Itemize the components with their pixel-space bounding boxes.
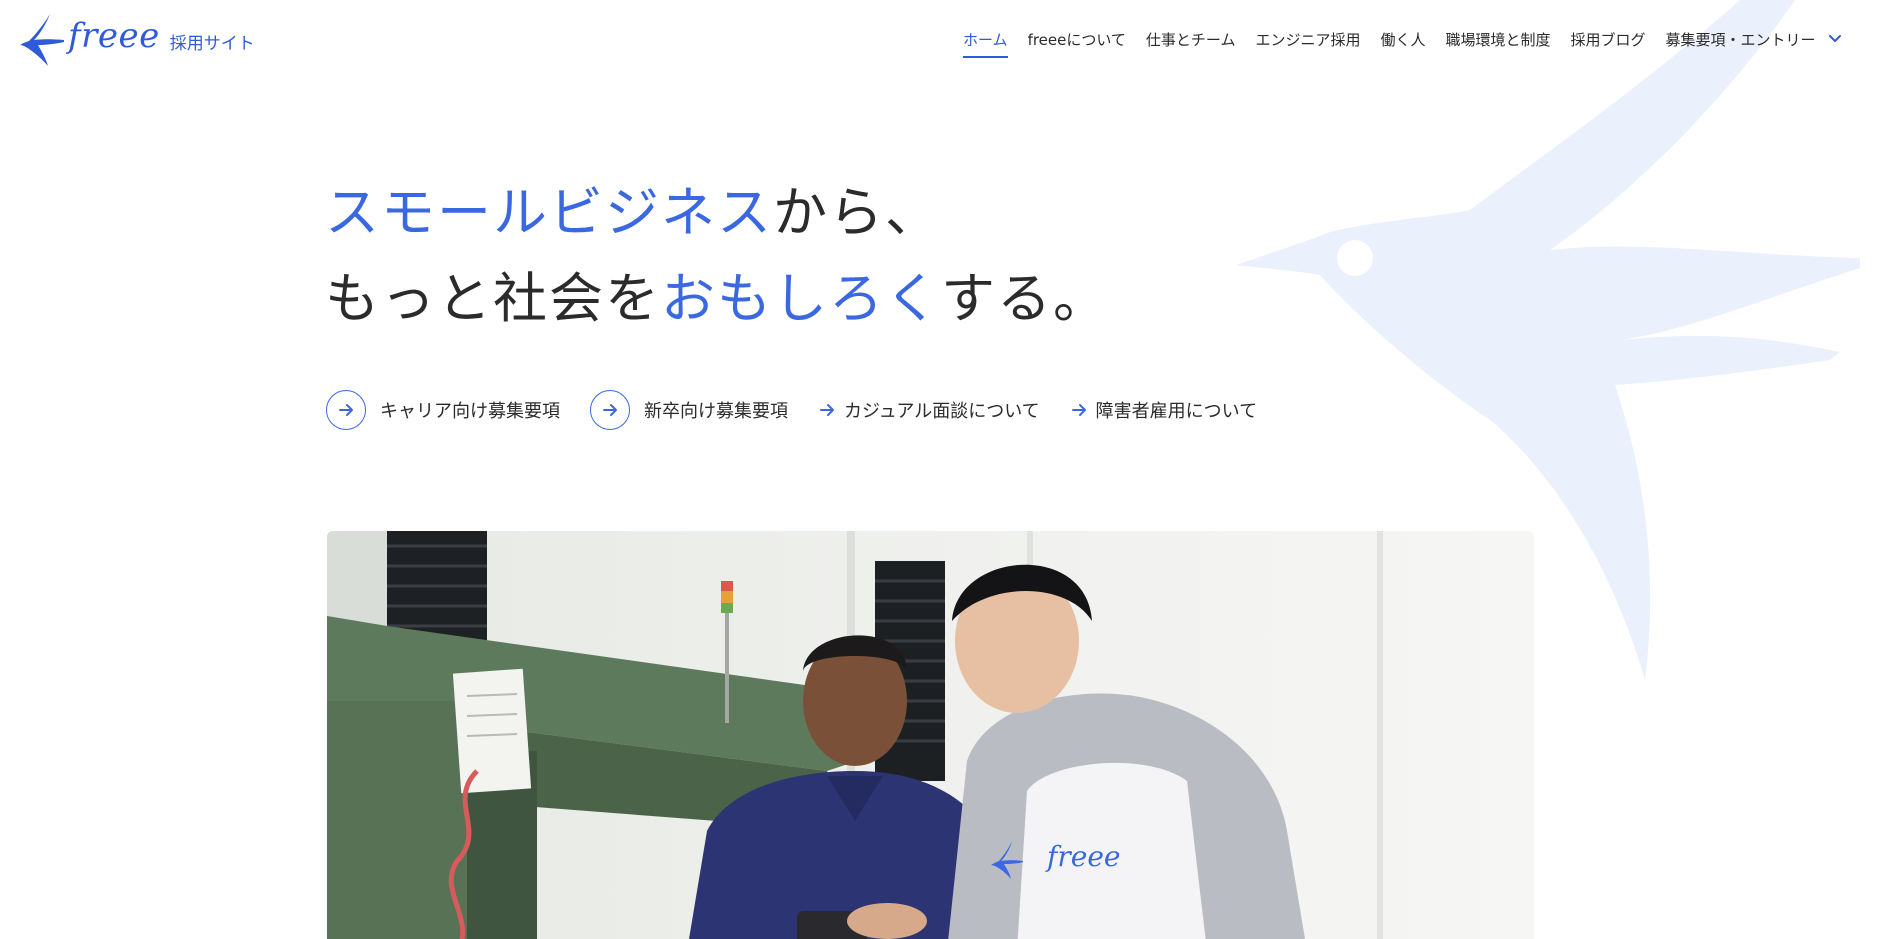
logo-wordmark: freee [68, 16, 160, 56]
nav-item-work-and-team[interactable]: 仕事とチーム [1136, 28, 1246, 52]
nav-item-entry-dropdown[interactable]: 募集要項・エントリー [1656, 28, 1855, 52]
arrow-right-icon [339, 404, 353, 416]
hero-line-1: スモールビジネスから、 [325, 170, 1109, 256]
hero-accent-interesting: おもしろく [661, 267, 941, 330]
casual-interview-label: カジュアル面談について [844, 401, 1040, 422]
logo-subtitle: 採用サイト [169, 33, 255, 54]
career-recruitment-link[interactable]: キャリア向け募集要項 [326, 390, 560, 430]
nav-item-engineer-recruiting[interactable]: エンジニア採用 [1245, 28, 1370, 52]
site-logo-link[interactable]: freee 採用サイト [20, 12, 255, 68]
disability-employment-label: 障害者雇用について [1095, 401, 1258, 422]
freee-bird-logo-icon [20, 14, 64, 66]
casual-interview-link[interactable]: カジュアル面談について [818, 397, 1040, 423]
hero-heading: スモールビジネスから、 もっと社会をおもしろくする。 [325, 170, 1109, 342]
career-recruitment-label: キャリア向け募集要項 [380, 401, 560, 422]
nav-item-home[interactable]: ホーム [953, 28, 1018, 58]
hero-text-kara: から、 [773, 181, 941, 244]
site-header: freee 採用サイト ホーム freeeについて 仕事とチーム エンジニア採用… [0, 0, 1883, 80]
arrow-right-icon [1071, 404, 1086, 416]
hero-accent-small-business: スモールビジネス [325, 181, 773, 244]
page: freee 採用サイト ホーム freeeについて 仕事とチーム エンジニア採用… [0, 0, 1883, 939]
arrow-right-icon [603, 404, 617, 416]
arrow-circle-icon [590, 390, 630, 430]
new-graduate-recruitment-label: 新卒向け募集要項 [644, 401, 788, 422]
hero-photo: freee [327, 531, 1534, 939]
hero-text-suru: する。 [941, 267, 1109, 330]
main-nav: ホーム freeeについて 仕事とチーム エンジニア採用 働く人 職場環境と制度… [953, 28, 1855, 58]
quick-links: キャリア向け募集要項 新卒向け募集要項 カジュアル面談について 障害者雇用につい… [326, 390, 1287, 430]
nav-item-blog[interactable]: 採用ブログ [1561, 28, 1656, 52]
shirt-logo-text: freee [1045, 840, 1120, 873]
hero-text-society: もっと社会を [325, 267, 661, 330]
hero-photo-illustration: freee [327, 531, 1534, 939]
nav-item-entry-label: 募集要項・エントリー [1665, 31, 1816, 49]
nav-item-workplace[interactable]: 職場環境と制度 [1436, 28, 1561, 52]
nav-item-about[interactable]: freeeについて [1018, 28, 1136, 52]
arrow-circle-icon [326, 390, 366, 430]
hero-line-2: もっと社会をおもしろくする。 [325, 256, 1109, 342]
chevron-down-icon [1829, 34, 1842, 42]
arrow-right-icon [820, 404, 834, 416]
new-graduate-recruitment-link[interactable]: 新卒向け募集要項 [590, 390, 788, 430]
nav-item-people[interactable]: 働く人 [1371, 28, 1436, 52]
disability-employment-link[interactable]: 障害者雇用について [1070, 397, 1257, 423]
